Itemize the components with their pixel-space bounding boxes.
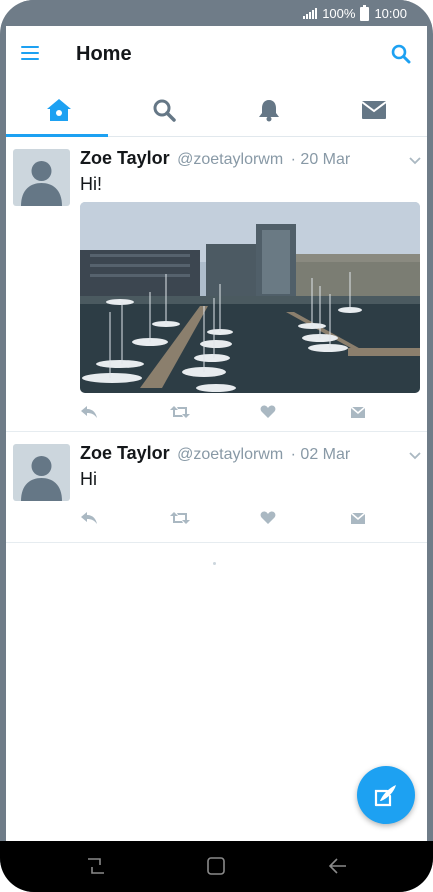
reply-icon[interactable] — [80, 405, 98, 424]
tweet-actions — [80, 405, 380, 425]
tweet-text: Hi! — [80, 174, 102, 194]
search-icon[interactable] — [391, 44, 411, 69]
home-icon — [46, 99, 71, 121]
chevron-down-icon[interactable] — [409, 447, 421, 465]
tab-bar — [6, 84, 427, 137]
tweet[interactable]: Zoe Taylor @zoetaylorwm · 20 Mar Hi! — [6, 137, 427, 432]
clock: 10:00 — [374, 6, 407, 21]
search-icon — [153, 99, 176, 122]
back-icon[interactable] — [328, 855, 348, 882]
timeline: Zoe Taylor @zoetaylorwm · 20 Mar Hi! Zoe… — [6, 137, 427, 543]
compose-tweet-button[interactable] — [357, 766, 415, 824]
tab-messages[interactable] — [321, 84, 426, 136]
author-name[interactable]: Zoe Taylor — [80, 148, 170, 168]
direct-message-icon[interactable] — [350, 405, 366, 424]
retweet-icon[interactable] — [170, 405, 190, 424]
battery-icon — [360, 4, 370, 21]
page-title: Home — [76, 43, 132, 65]
author-handle: @zoetaylorwm — [177, 446, 284, 463]
tweet-header: Zoe Taylor @zoetaylorwm · 02 Mar — [80, 443, 350, 464]
retweet-icon[interactable] — [170, 511, 190, 530]
system-nav-bar — [0, 841, 433, 892]
chevron-down-icon[interactable] — [409, 152, 421, 170]
direct-message-icon[interactable] — [350, 511, 366, 530]
tweet-date: · 20 Mar — [290, 151, 351, 168]
tweet-actions — [80, 511, 380, 531]
tab-notifications[interactable] — [216, 84, 321, 136]
loading-indicator — [213, 562, 216, 565]
tweet[interactable]: Zoe Taylor @zoetaylorwm · 02 Mar Hi — [6, 432, 427, 543]
status-bar: 100% 10:00 — [0, 0, 433, 26]
tab-home[interactable] — [6, 84, 111, 137]
author-name[interactable]: Zoe Taylor — [80, 443, 170, 463]
tweet-header: Zoe Taylor @zoetaylorwm · 20 Mar — [80, 148, 350, 169]
harbour-photo[interactable] — [80, 202, 420, 393]
avatar[interactable] — [13, 149, 70, 206]
tab-search[interactable] — [111, 84, 216, 136]
author-handle: @zoetaylorwm — [177, 151, 284, 168]
recent-apps-icon[interactable] — [86, 855, 106, 882]
app-screen: 100% 10:00 Home Zoe Taylor @zoetaylorwm … — [0, 0, 433, 892]
app-bar: Home — [6, 26, 427, 84]
compose-icon — [374, 785, 396, 807]
signal-icon — [303, 8, 318, 19]
tweet-date: · 02 Mar — [290, 446, 351, 463]
avatar[interactable] — [13, 444, 70, 501]
battery-level: 100% — [322, 6, 356, 21]
menu-icon[interactable] — [21, 46, 39, 60]
envelope-icon — [361, 101, 386, 119]
heart-icon[interactable] — [260, 511, 276, 530]
heart-icon[interactable] — [260, 405, 276, 424]
reply-icon[interactable] — [80, 511, 98, 530]
bell-icon — [258, 100, 279, 122]
home-button-icon[interactable] — [206, 855, 226, 882]
tweet-text: Hi — [80, 469, 97, 489]
